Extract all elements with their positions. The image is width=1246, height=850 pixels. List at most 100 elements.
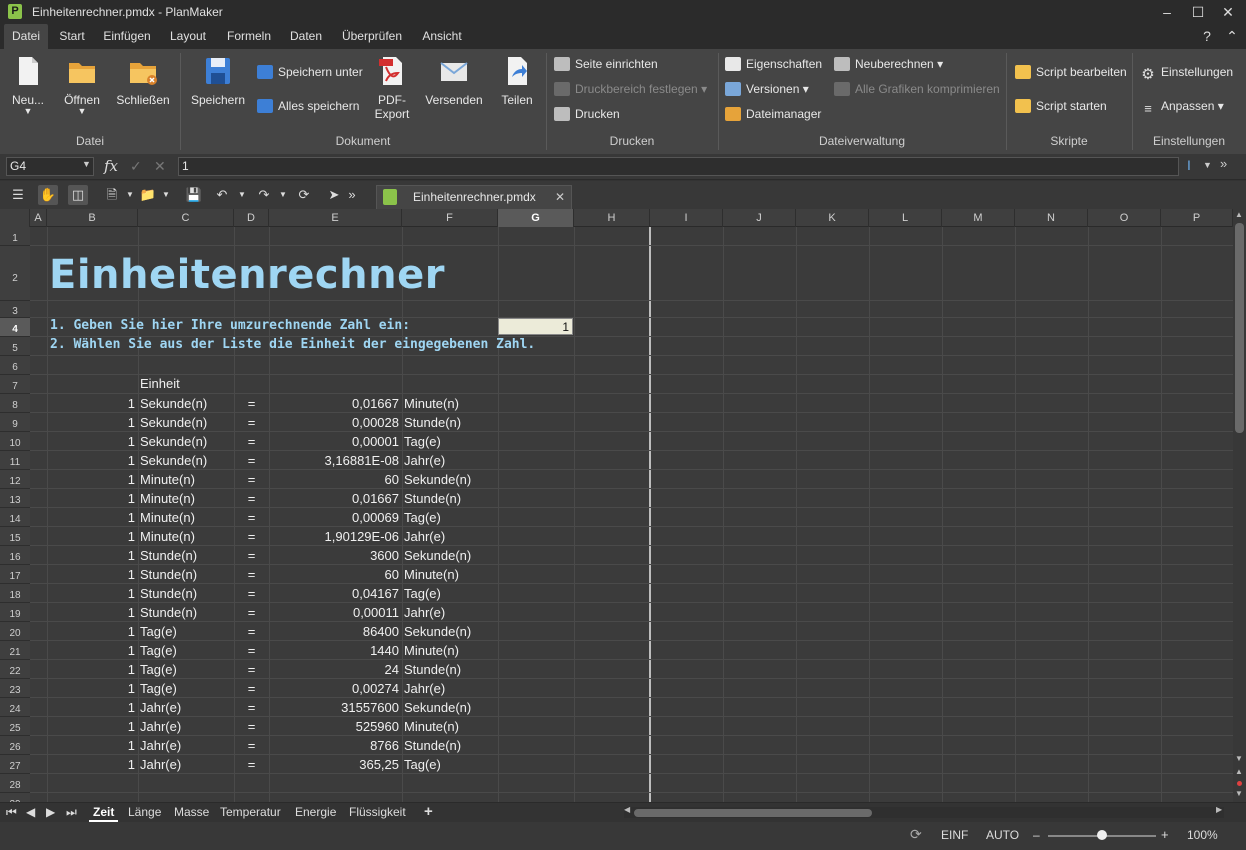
- table-cell[interactable]: Minute(n): [140, 508, 234, 527]
- vertical-scroll-thumb[interactable]: [1235, 223, 1244, 433]
- toolbar-more-icon[interactable]: »: [342, 185, 362, 205]
- table-cell[interactable]: Minute(n): [404, 717, 498, 736]
- table-cell[interactable]: =: [234, 622, 269, 641]
- table-cell[interactable]: =: [234, 565, 269, 584]
- collapse-ribbon-icon[interactable]: ⌃: [1222, 27, 1242, 45]
- col-header-d[interactable]: D: [234, 209, 269, 227]
- table-cell[interactable]: Jahr(e): [140, 736, 234, 755]
- table-cell[interactable]: =: [234, 527, 269, 546]
- table-cell[interactable]: =: [234, 603, 269, 622]
- open-file-dropdown-icon[interactable]: ▼: [156, 185, 176, 205]
- table-cell[interactable]: Jahr(e): [404, 679, 498, 698]
- last-sheet-icon[interactable]: ⏭: [62, 803, 81, 822]
- browse-object-icon[interactable]: [1237, 781, 1242, 786]
- table-cell[interactable]: 1: [47, 413, 138, 432]
- sheet-tab-temperatur[interactable]: Temperatur: [216, 803, 285, 822]
- row-header-29[interactable]: 29: [0, 793, 30, 802]
- table-cell[interactable]: 1: [47, 717, 138, 736]
- row-header-18[interactable]: 18: [0, 584, 30, 603]
- table-cell[interactable]: 1: [47, 603, 138, 622]
- table-cell[interactable]: Jahr(e): [140, 717, 234, 736]
- table-cell[interactable]: Minute(n): [140, 489, 234, 508]
- maximize-button[interactable]: ☐: [1188, 3, 1208, 21]
- table-cell[interactable]: =: [234, 546, 269, 565]
- table-cell[interactable]: Jahr(e): [140, 698, 234, 717]
- row-header-13[interactable]: 13: [0, 489, 30, 508]
- add-sheet-icon[interactable]: +: [420, 803, 437, 822]
- sheet-tab-energie[interactable]: Energie: [291, 803, 340, 822]
- table-cell[interactable]: 1: [47, 489, 138, 508]
- table-cell[interactable]: Minute(n): [140, 527, 234, 546]
- zoom-in-icon[interactable]: +: [1161, 827, 1169, 842]
- table-cell[interactable]: Tag(e): [140, 660, 234, 679]
- table-cell[interactable]: 60: [269, 565, 402, 584]
- table-cell[interactable]: 1: [47, 679, 138, 698]
- table-cell[interactable]: =: [234, 451, 269, 470]
- table-cell[interactable]: Stunde(n): [404, 660, 498, 679]
- pointer-icon[interactable]: ➤: [324, 185, 344, 205]
- table-cell[interactable]: 365,25: [269, 755, 402, 774]
- menu-datei[interactable]: Datei: [4, 24, 48, 49]
- col-header-f[interactable]: F: [402, 209, 498, 227]
- table-cell[interactable]: =: [234, 584, 269, 603]
- menu-formeln[interactable]: Formeln: [223, 24, 275, 49]
- table-cell[interactable]: 86400: [269, 622, 402, 641]
- calc-mode[interactable]: AUTO: [986, 828, 1019, 842]
- select-all-corner[interactable]: [0, 209, 30, 227]
- page-setup-button[interactable]: Seite einrichten: [554, 54, 658, 74]
- table-cell[interactable]: Jahr(e): [404, 451, 498, 470]
- sidebar-toggle-icon[interactable]: ◫: [68, 185, 88, 205]
- filemanager-button[interactable]: Dateimanager: [725, 104, 821, 124]
- table-cell[interactable]: =: [234, 432, 269, 451]
- close-window-button[interactable]: ✕: [1218, 3, 1238, 21]
- table-cell[interactable]: Minute(n): [404, 565, 498, 584]
- cellref-dropdown-icon[interactable]: ▼: [82, 159, 91, 169]
- row-header-15[interactable]: 15: [0, 527, 30, 546]
- save-all-button[interactable]: Alles speichern: [257, 96, 359, 116]
- menu-layout[interactable]: Layout: [166, 24, 210, 49]
- table-cell[interactable]: Sekunde(n): [404, 546, 498, 565]
- table-cell[interactable]: 1: [47, 470, 138, 489]
- horizontal-scroll-thumb[interactable]: [634, 809, 872, 817]
- table-cell[interactable]: =: [234, 717, 269, 736]
- menu-icon[interactable]: ☰: [8, 185, 28, 205]
- sheet-tab-masse[interactable]: Masse: [170, 803, 213, 822]
- table-cell[interactable]: =: [234, 489, 269, 508]
- page-up-icon[interactable]: ▲: [1235, 767, 1243, 776]
- table-cell[interactable]: Stunde(n): [140, 603, 234, 622]
- print-button[interactable]: Drucken: [554, 104, 620, 124]
- table-cell[interactable]: 1: [47, 546, 138, 565]
- table-cell[interactable]: 1: [47, 527, 138, 546]
- table-cell[interactable]: 1: [47, 565, 138, 584]
- table-cell[interactable]: Tag(e): [140, 622, 234, 641]
- menu-einfuegen[interactable]: Einfügen: [100, 24, 154, 49]
- col-header-a[interactable]: A: [30, 209, 47, 227]
- col-header-m[interactable]: M: [942, 209, 1015, 227]
- table-cell[interactable]: =: [234, 641, 269, 660]
- versions-button[interactable]: Versionen ▾: [725, 79, 809, 99]
- table-cell[interactable]: =: [234, 755, 269, 774]
- redo-icon[interactable]: ↷: [254, 185, 274, 205]
- table-cell[interactable]: 0,00001: [269, 432, 402, 451]
- row-header-9[interactable]: 9: [0, 413, 30, 432]
- table-cell[interactable]: 1: [47, 736, 138, 755]
- menu-ueberpruefen[interactable]: Überprüfen: [338, 24, 406, 49]
- formula-input[interactable]: 1: [178, 157, 1179, 176]
- table-cell[interactable]: 1: [47, 432, 138, 451]
- sheet-tab-fluessigkeit[interactable]: Flüssigkeit: [345, 803, 410, 822]
- table-cell[interactable]: 0,00028: [269, 413, 402, 432]
- row-header-24[interactable]: 24: [0, 698, 30, 717]
- row-header-27[interactable]: 27: [0, 755, 30, 774]
- row-header-8[interactable]: 8: [0, 394, 30, 413]
- zoom-slider-handle[interactable]: [1097, 830, 1107, 840]
- scroll-right-icon[interactable]: ▶: [1216, 805, 1222, 814]
- row-header-1[interactable]: 1: [0, 227, 30, 246]
- table-cell[interactable]: Tag(e): [140, 641, 234, 660]
- new-button[interactable]: Neu... ▼: [8, 55, 48, 116]
- row-header-11[interactable]: 11: [0, 451, 30, 470]
- function-icon[interactable]: fx: [104, 157, 118, 175]
- customize-button[interactable]: ≡ Anpassen ▾: [1140, 96, 1224, 116]
- table-cell[interactable]: =: [234, 736, 269, 755]
- col-header-j[interactable]: J: [723, 209, 796, 227]
- col-header-k[interactable]: K: [796, 209, 869, 227]
